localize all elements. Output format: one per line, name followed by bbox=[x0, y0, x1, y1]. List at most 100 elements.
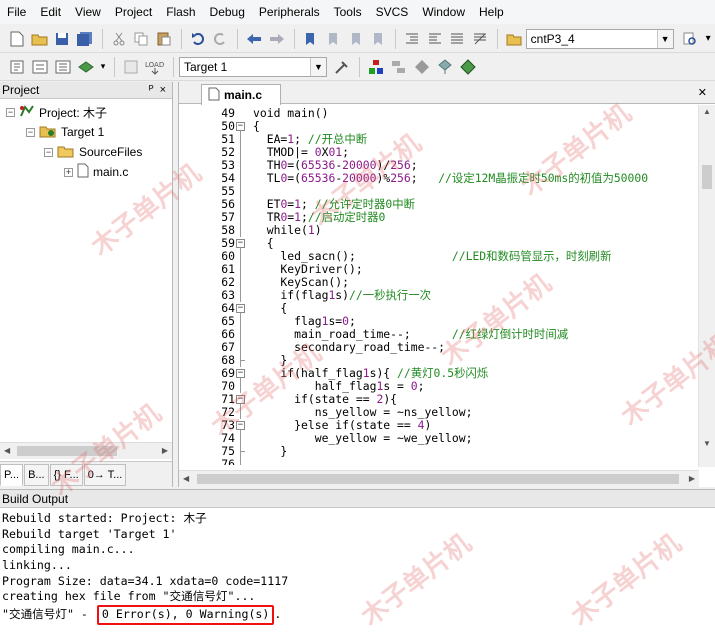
menu-debug[interactable]: Debug bbox=[203, 0, 252, 24]
find-icon[interactable] bbox=[680, 28, 702, 50]
fold-gutter bbox=[240, 159, 247, 172]
manage-project-items-icon[interactable] bbox=[365, 56, 387, 78]
code-area[interactable]: 49 void main() 50−{51 EA=1; //开总中断 52 TMOD|… bbox=[179, 107, 699, 465]
nav-back-icon[interactable] bbox=[243, 28, 265, 50]
fold-gutter[interactable]: − bbox=[236, 419, 247, 432]
fold-collapse-icon[interactable]: − bbox=[236, 122, 245, 131]
paste-icon[interactable] bbox=[153, 28, 175, 50]
pin-icon[interactable]: ᴾ bbox=[149, 84, 154, 96]
menu-project[interactable]: Project bbox=[108, 0, 159, 24]
fold-collapse-icon[interactable]: − bbox=[236, 239, 245, 248]
find-in-files-icon[interactable] bbox=[503, 28, 525, 50]
collapse-icon[interactable]: − bbox=[44, 147, 53, 157]
save-icon[interactable] bbox=[51, 28, 73, 50]
bookmark-next-icon[interactable] bbox=[345, 28, 367, 50]
tree-node-file[interactable]: + main.c bbox=[64, 162, 128, 182]
target-options-icon[interactable] bbox=[331, 56, 353, 78]
new-file-icon[interactable] bbox=[6, 28, 28, 50]
code-statement: if(flag1s) bbox=[253, 288, 350, 302]
batch-build-icon[interactable] bbox=[75, 56, 97, 78]
fold-gutter[interactable]: − bbox=[236, 393, 247, 406]
copy-icon[interactable] bbox=[130, 28, 152, 50]
batch-dropdown-icon[interactable]: ▾ bbox=[98, 56, 108, 78]
fold-collapse-icon[interactable]: − bbox=[236, 395, 245, 404]
pack-installer-icon[interactable] bbox=[434, 56, 456, 78]
code-comment: //启动定时器0 bbox=[307, 210, 386, 224]
code-statement: led_sacn(); bbox=[253, 249, 452, 263]
comment-icon[interactable] bbox=[447, 28, 469, 50]
menu-edit[interactable]: Edit bbox=[33, 0, 68, 24]
build-line: compiling main.c... bbox=[2, 542, 135, 557]
cut-icon[interactable] bbox=[108, 28, 130, 50]
bookmark-icon[interactable] bbox=[300, 28, 322, 50]
scroll-thumb[interactable] bbox=[197, 474, 679, 484]
stop-build-icon[interactable] bbox=[120, 56, 142, 78]
build-output-header: Build Output bbox=[0, 490, 715, 508]
collapse-icon[interactable]: − bbox=[6, 107, 15, 117]
download-load-icon[interactable]: LOAD bbox=[143, 56, 167, 78]
collapse-icon[interactable]: − bbox=[26, 127, 35, 137]
scroll-thumb[interactable] bbox=[17, 446, 117, 456]
tree-node-target[interactable]: − Target 1 bbox=[26, 122, 104, 142]
more-chevron-icon[interactable]: ▾ bbox=[702, 28, 714, 50]
menu-svcs[interactable]: SVCS bbox=[369, 0, 416, 24]
scroll-down-icon[interactable]: ▼ bbox=[703, 439, 711, 448]
expand-icon[interactable]: + bbox=[64, 167, 73, 177]
tab-templates[interactable]: 0→ T... bbox=[83, 464, 127, 486]
menu-file[interactable]: File bbox=[0, 0, 33, 24]
project-name: Project: 木子 bbox=[39, 105, 108, 120]
fold-gutter[interactable]: − bbox=[236, 302, 247, 315]
nav-forward-icon[interactable] bbox=[266, 28, 288, 50]
bookmark-clear-icon[interactable] bbox=[368, 28, 390, 50]
diamond-green-icon[interactable] bbox=[457, 56, 479, 78]
indent-icon[interactable] bbox=[401, 28, 423, 50]
bookmark-prev-icon[interactable] bbox=[322, 28, 344, 50]
code-line[interactable]: 54 TL0=(65536-20000)%256; //设定12M晶振定时50m… bbox=[179, 172, 699, 185]
redo-icon[interactable] bbox=[209, 28, 231, 50]
menu-tools[interactable]: Tools bbox=[327, 0, 369, 24]
menu-flash[interactable]: Flash bbox=[159, 0, 202, 24]
project-select[interactable]: cntP3_4 ▼ bbox=[525, 28, 674, 49]
scroll-up-icon[interactable]: ▲ bbox=[703, 107, 711, 116]
undo-icon[interactable] bbox=[187, 28, 209, 50]
fold-collapse-icon[interactable]: − bbox=[236, 304, 245, 313]
editor-vertical-scrollbar[interactable]: ▲ ▼ bbox=[698, 105, 715, 467]
project-horizontal-scrollbar[interactable]: ◀ ▶ bbox=[0, 442, 172, 459]
menu-view[interactable]: View bbox=[68, 0, 108, 24]
unindent-icon[interactable] bbox=[424, 28, 446, 50]
menu-peripherals[interactable]: Peripherals bbox=[252, 0, 327, 24]
fold-gutter[interactable]: − bbox=[236, 120, 247, 133]
tab-main-c[interactable]: main.c bbox=[201, 84, 281, 105]
close-tab-icon[interactable]: ✕ bbox=[698, 86, 707, 99]
fold-collapse-icon[interactable]: − bbox=[236, 421, 245, 430]
rebuild-icon[interactable] bbox=[52, 56, 74, 78]
manage-rte-icon[interactable] bbox=[411, 56, 433, 78]
fold-gutter[interactable]: − bbox=[236, 237, 247, 250]
tab-project[interactable]: P... bbox=[0, 464, 24, 486]
open-folder-icon[interactable] bbox=[29, 28, 51, 50]
tab-books[interactable]: B... bbox=[24, 464, 49, 486]
scroll-right-icon[interactable]: ▶ bbox=[689, 474, 695, 483]
select-packs-icon[interactable] bbox=[388, 56, 410, 78]
tab-functions[interactable]: {} F... bbox=[49, 464, 83, 486]
fold-collapse-icon[interactable]: − bbox=[236, 369, 245, 378]
scroll-left-icon[interactable]: ◀ bbox=[4, 446, 10, 455]
tree-node-project[interactable]: − Project: 木子 bbox=[6, 102, 107, 122]
tree-node-group[interactable]: − SourceFiles bbox=[44, 142, 142, 162]
editor-horizontal-scrollbar[interactable]: ◀ ▶ bbox=[179, 470, 699, 487]
menu-window[interactable]: Window bbox=[415, 0, 472, 24]
code-line[interactable]: 75 } bbox=[179, 445, 699, 458]
code-line[interactable]: 76 bbox=[179, 458, 699, 465]
uncomment-icon[interactable] bbox=[469, 28, 491, 50]
translate-icon[interactable] bbox=[6, 56, 28, 78]
menu-help[interactable]: Help bbox=[472, 0, 511, 24]
fold-gutter[interactable]: − bbox=[236, 367, 247, 380]
build-icon[interactable] bbox=[29, 56, 51, 78]
target-select[interactable]: Target 1 ▼ bbox=[179, 56, 327, 77]
fold-gutter bbox=[240, 432, 247, 445]
scroll-left-icon[interactable]: ◀ bbox=[183, 474, 189, 483]
save-all-icon[interactable] bbox=[74, 28, 96, 50]
scroll-thumb[interactable] bbox=[702, 165, 712, 189]
scroll-right-icon[interactable]: ▶ bbox=[162, 446, 168, 455]
close-icon[interactable]: × bbox=[160, 84, 166, 96]
